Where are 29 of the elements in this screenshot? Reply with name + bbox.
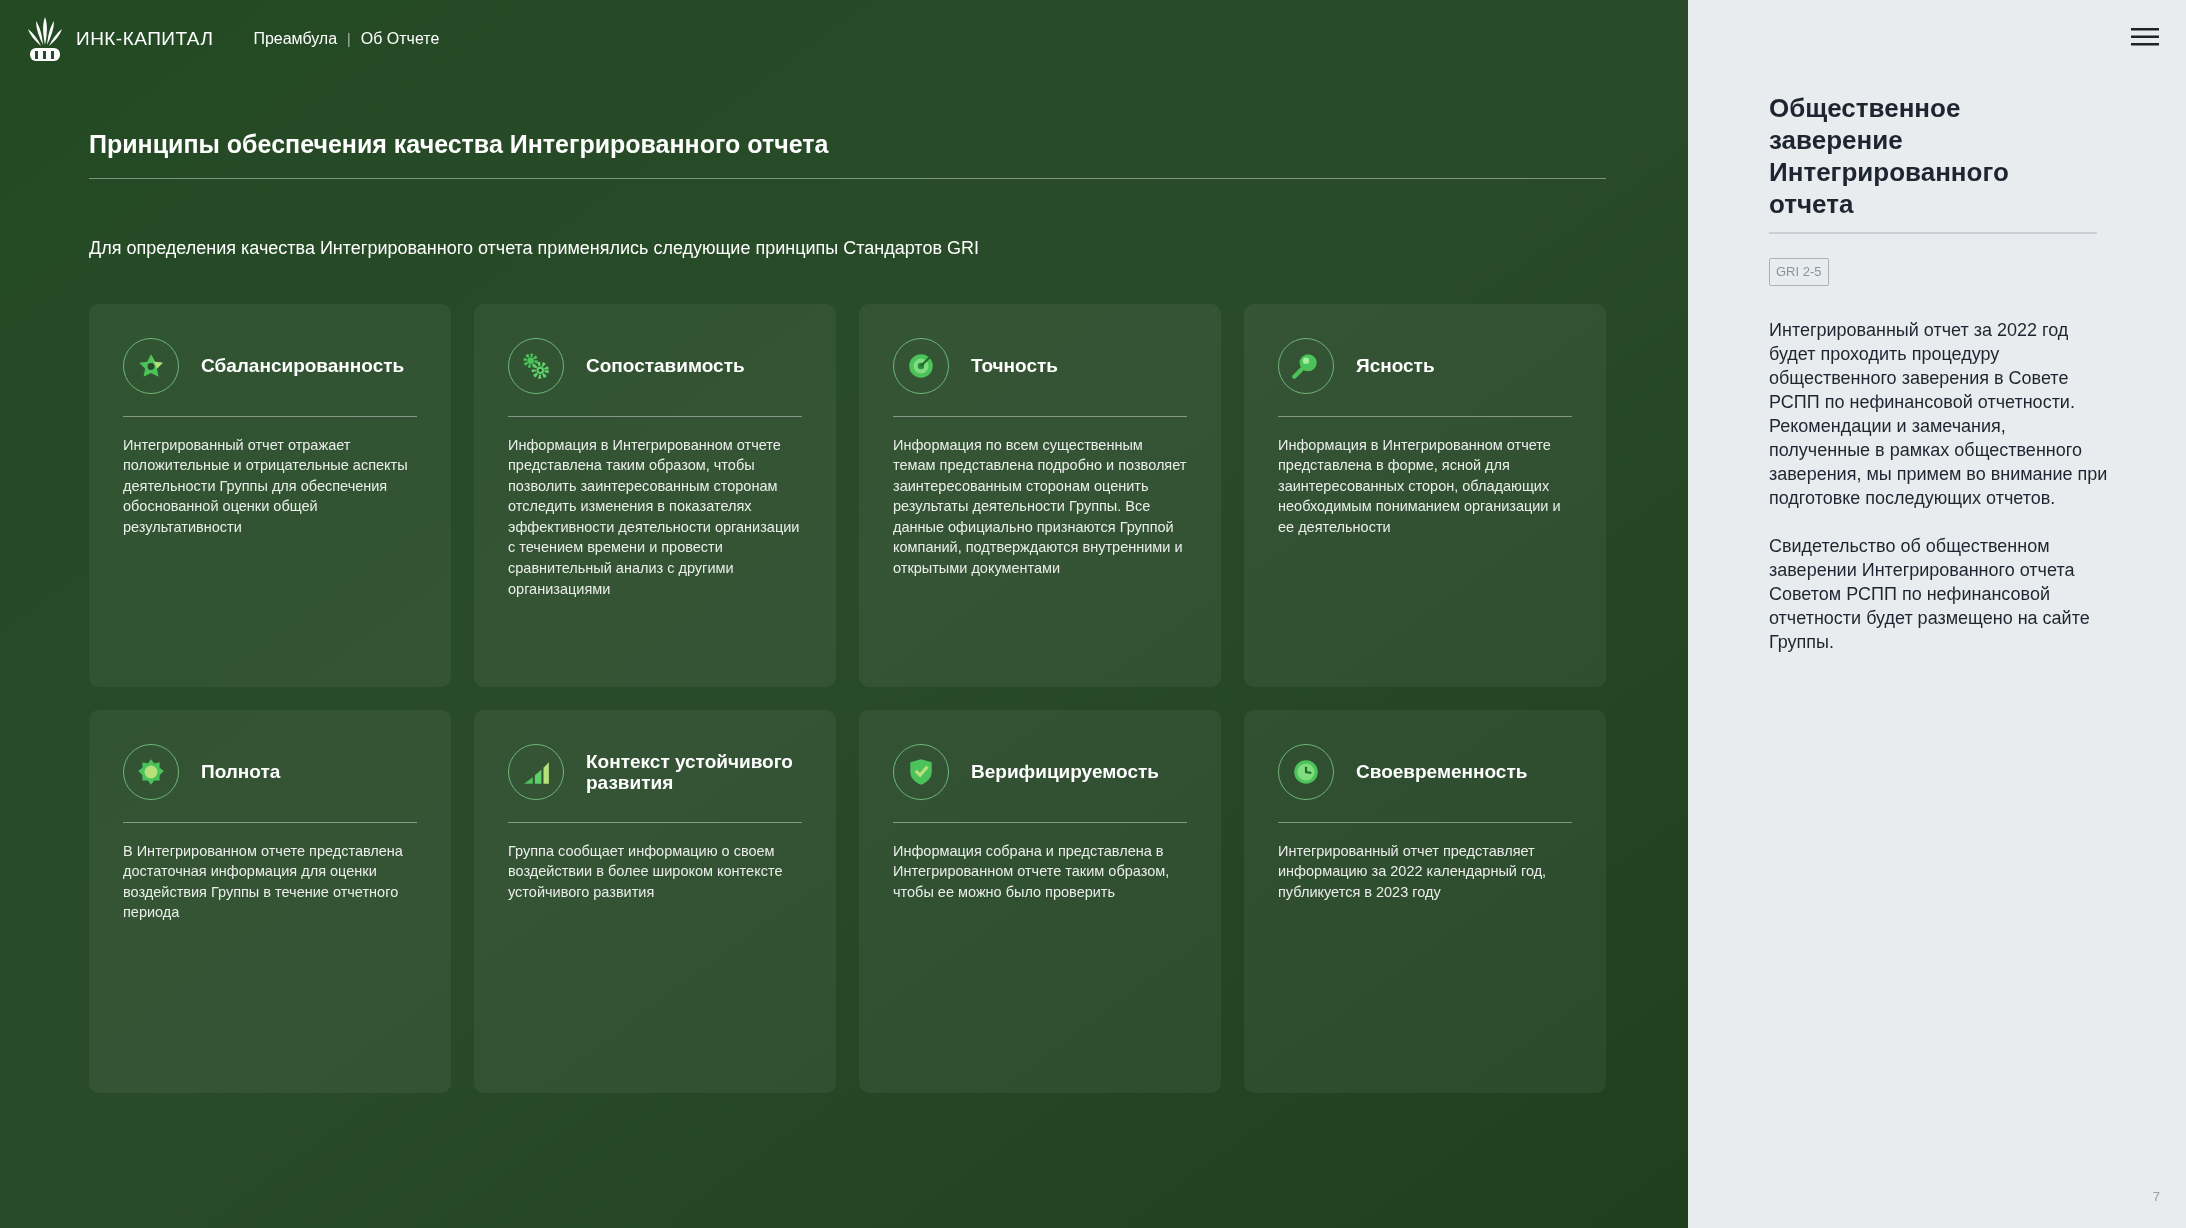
card-title: Точность — [971, 355, 1058, 376]
breadcrumb-link[interactable]: Об Отчете — [360, 27, 440, 51]
card-title: Верифицируемость — [971, 761, 1159, 782]
breadcrumb-link[interactable]: Преамбула — [253, 27, 338, 51]
logo-text: ИНК-КАПИТАЛ — [76, 26, 214, 51]
card-description: Группа сообщает информацию о своем воздействии в более широком контексте устойчивого развития — [508, 841, 784, 902]
card-description: Интегрированный отчет отражает положительные и отрицательные аспекты деятельности Группы для обеспечения обоснованной оценки общей результативности — [123, 435, 409, 537]
intro-text: Для определения качества Интегрированного отчета применялись следующие принципы Стандартов GRI — [89, 236, 980, 260]
menu-icon[interactable] — [2131, 28, 2159, 46]
card-title: Полнота — [201, 761, 281, 782]
card-title: Сбалансированность — [201, 355, 405, 376]
card-title: Сопоставимость — [586, 355, 745, 376]
clock-icon — [1278, 743, 1334, 800]
card-title: Ясность — [1356, 355, 1435, 376]
card-description: В Интегрированном отчете представлена достаточная информация для оценки воздействия Группы в течение отчетного периода — [123, 841, 404, 923]
sidebar-title: Общественное заверение Интегрированного отчета — [1769, 92, 2097, 234]
card-description: Информация в Интегрированном отчете представлена таким образом, чтобы позволить заинтересованным сторонам отследить изменения в показателях эффективности деятельности организации с течением времени и провести сравнительный анализ с другими организациями — [508, 435, 801, 599]
breadcrumb-separator: | — [347, 29, 351, 49]
card-title: Своевременность — [1356, 761, 1528, 782]
card-description: Интегрированный отчет представляет информацию за 2022 календарный год, публикуется в 2023 году — [1278, 841, 1548, 902]
card-description: Информация по всем существенным темам представлена подробно и позволяет заинтересованным сторонам оценить результаты деятельности Группы. Все данные официально признаются Группой компаний, подтверждаются внутренними и открытыми документами — [893, 435, 1187, 579]
sidebar-paragraph: Интегрированный отчет за 2022 год будет проходить процедуру общественного заверения в Совете РСПП по нефинансовой отчетности. Рекомендации и замечания, полученные в рамках общественного заверения, мы примем во внимание при подготовке последующих отчетов. — [1769, 318, 2109, 510]
card-title: Контекст устойчивого развития — [586, 750, 794, 793]
section-title: Принципы обеспечения качества Интегрированного отчета — [89, 129, 830, 160]
tag-label: GRI 2-5 — [1769, 258, 1829, 286]
card-description: Информация в Интегрированном отчете представлена в форме, ясной для заинтересованных сторон, обладающих необходимым пониманием организации и ее деятельности — [1278, 435, 1562, 537]
page-number: 7 — [2152, 1187, 2160, 1206]
sidebar-paragraph: Свидетельство об общественном заверении Интегрированного отчета Советом РСПП по нефинансовой отчетности будет размещено на сайте Группы. — [1769, 534, 2091, 654]
card-description: Информация собрана и представлена в Интегрированном отчете таким образом, чтобы ее можно было проверить — [893, 841, 1171, 902]
